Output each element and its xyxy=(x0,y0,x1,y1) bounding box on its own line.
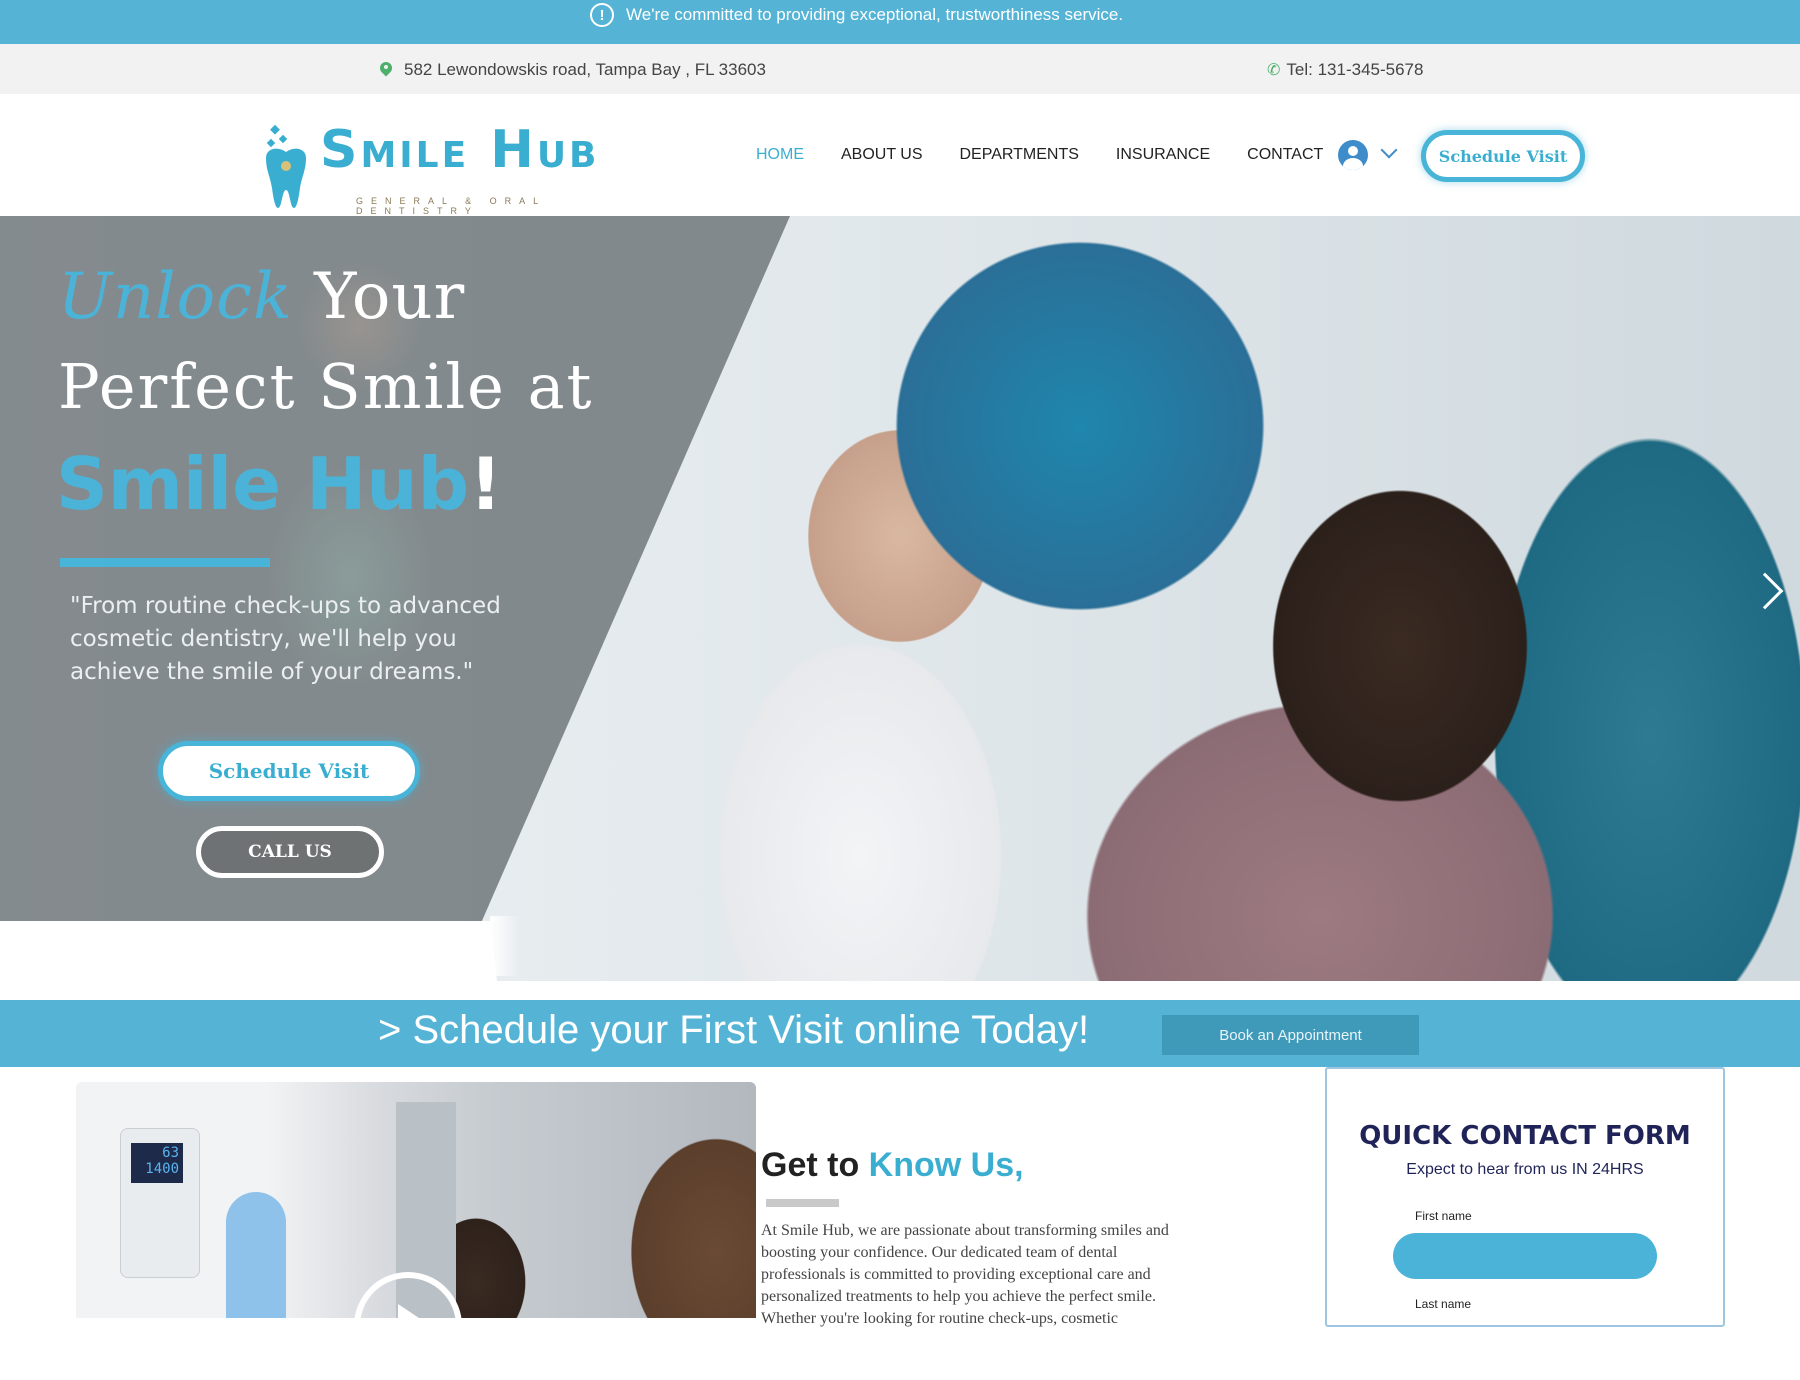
hero-schedule-visit-button[interactable]: Schedule Visit xyxy=(158,741,420,801)
announcement-bar: ! We're committed to providing exception… xyxy=(0,0,1800,44)
map-pin-icon xyxy=(380,62,392,78)
hero-heading-accent: Unlock xyxy=(58,260,293,334)
xray-machine-panel: 63 1400 xyxy=(120,1128,200,1278)
phone[interactable]: ✆ Tel: 131-345-5678 xyxy=(1267,60,1423,80)
address: 582 Lewondowskis road, Tampa Bay , FL 33… xyxy=(380,60,766,80)
book-appointment-button[interactable]: Book an Appointment xyxy=(1162,1015,1419,1055)
schedule-strip-text: > Schedule your First Visit online Today… xyxy=(378,1008,1090,1052)
announcement-content: ! We're committed to providing exception… xyxy=(590,2,1123,28)
hero-edge-fade xyxy=(490,916,520,976)
contact-form-subtitle: Expect to hear from us IN 24HRS xyxy=(1406,1161,1644,1178)
hero-divider xyxy=(60,558,270,567)
first-name-label: First name xyxy=(1415,1209,1472,1223)
nav-about-us[interactable]: ABOUT US xyxy=(841,146,923,164)
phone-icon: ✆ xyxy=(1267,62,1281,79)
phone-text[interactable]: Tel: 131-345-5678 xyxy=(1286,60,1423,80)
about-body: At Smile Hub, we are passionate about tr… xyxy=(761,1222,1169,1327)
last-name-label: Last name xyxy=(1415,1297,1472,1311)
play-icon[interactable] xyxy=(354,1272,462,1380)
logo[interactable]: Smile Hub GENERAL & ORAL DENTISTRY xyxy=(258,94,648,216)
first-name-field[interactable] xyxy=(1393,1233,1657,1279)
hero-heading-rest: Your xyxy=(292,260,466,334)
hero-slider: Unlock Your Perfect Smile at Smile Hub! … xyxy=(0,216,1800,981)
alert-circle-icon: ! xyxy=(590,3,614,27)
hero-heading-line3: Smile Hub! xyxy=(56,442,502,526)
nav-departments[interactable]: DEPARTMENTS xyxy=(960,146,1079,164)
hero-quote: "From routine check-ups to advanced cosm… xyxy=(70,593,501,685)
site-header: Smile Hub GENERAL & ORAL DENTISTRY HOME … xyxy=(0,94,1800,216)
quick-contact-form: QUICK CONTACT FORM Expect to hear from u… xyxy=(1325,1067,1725,1327)
announcement-text: We're committed to providing exceptional… xyxy=(626,5,1124,24)
about-heading-accent: Know Us, xyxy=(868,1146,1024,1184)
machine-display-bottom: 1400 xyxy=(145,1161,179,1177)
hero-brand-name: Smile Hub xyxy=(56,442,470,526)
header-schedule-visit-button[interactable]: Schedule Visit xyxy=(1421,130,1585,182)
schedule-strip: > Schedule your First Visit online Today… xyxy=(0,1000,1800,1067)
tooth-icon xyxy=(266,124,306,208)
logo-wordmark: Smile Hub xyxy=(320,120,600,180)
machine-display-top: 63 xyxy=(162,1145,179,1161)
contact-form-title: QUICK CONTACT FORM xyxy=(1359,1121,1691,1151)
nav-contact[interactable]: CONTACT xyxy=(1247,146,1323,164)
nav-insurance[interactable]: INSURANCE xyxy=(1116,146,1210,164)
hero-exclamation: ! xyxy=(469,442,503,526)
about-divider xyxy=(766,1199,839,1207)
hero-heading-line1: Unlock Your xyxy=(58,260,465,334)
logo-tagline: GENERAL & ORAL DENTISTRY xyxy=(356,196,546,216)
nav-home[interactable]: HOME xyxy=(756,146,804,164)
about-heading: Get to Know Us, xyxy=(761,1146,1024,1185)
hero-call-us-button[interactable]: CALL US xyxy=(196,826,384,878)
info-bar: 582 Lewondowskis road, Tampa Bay , FL 33… xyxy=(0,44,1800,94)
address-text: 582 Lewondowskis road, Tampa Bay , FL 33… xyxy=(404,60,766,79)
main-nav: HOME ABOUT US DEPARTMENTS INSURANCE CONT… xyxy=(756,146,1323,164)
gloved-hand xyxy=(226,1192,286,1318)
hero-heading-line2: Perfect Smile at xyxy=(58,350,594,423)
about-heading-text: Get to xyxy=(761,1146,869,1184)
machine-display: 63 1400 xyxy=(131,1143,183,1183)
chevron-down-icon[interactable] xyxy=(1380,141,1398,159)
user-avatar-icon[interactable] xyxy=(1338,140,1368,170)
